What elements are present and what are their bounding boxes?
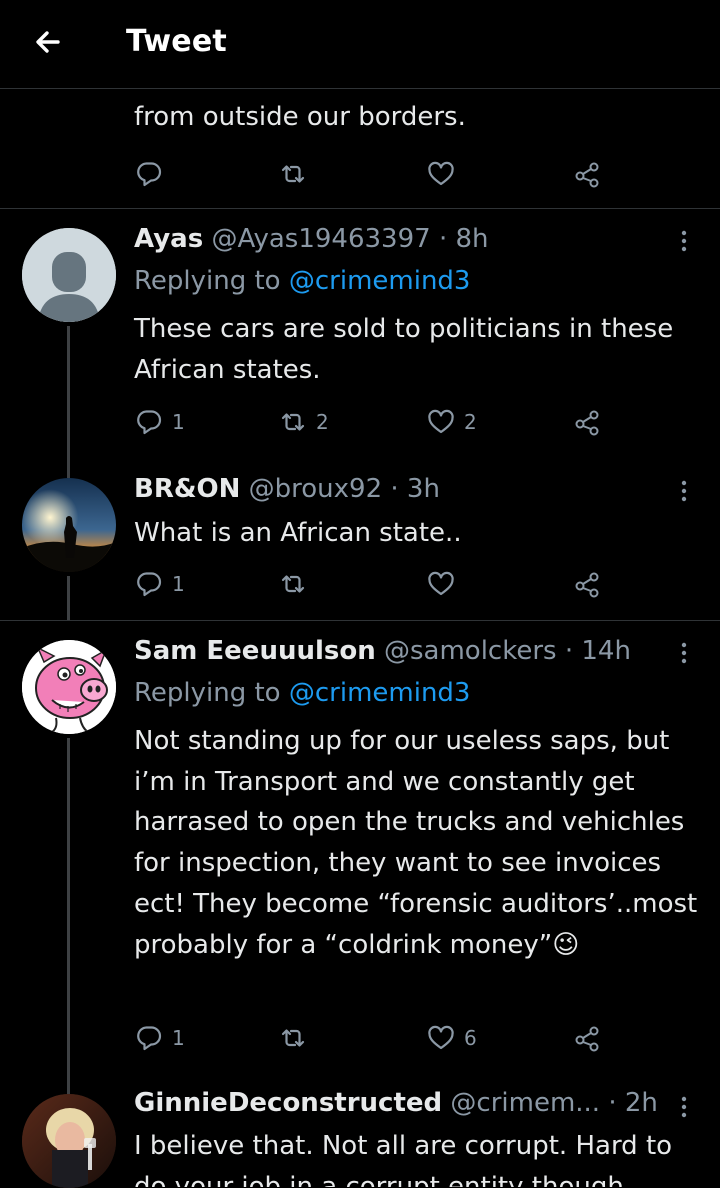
reply-count: 1 [172,1026,185,1050]
divider [0,620,720,621]
like-icon [428,1025,454,1050]
retweet-count: 2 [316,410,329,434]
reply-icon [137,1026,162,1051]
retweet-icon [281,575,305,593]
reply-count: 1 [172,410,185,434]
retweet-icon [281,413,305,431]
retweet-button[interactable]: 2 [278,404,329,440]
back-arrow-icon[interactable] [30,22,70,62]
share-button[interactable] [572,566,602,602]
page-title: Tweet [126,24,227,59]
tweet-text-content: Not standing up for our useless saps, bu… [134,726,698,960]
more-icon[interactable] [674,476,694,506]
user-handle[interactable]: @Ayas19463397 [211,224,430,254]
share-button[interactable] [572,404,602,440]
previous-tweet-actions [134,156,614,192]
like-icon [428,161,454,186]
reply-count: 1 [172,572,185,596]
share-button[interactable] [572,1020,602,1056]
replying-label: Replying to [134,678,281,708]
previous-tweet-text-tail: from outside our borders. [134,102,466,132]
reply-button[interactable]: 1 [134,566,185,602]
like-button[interactable] [426,156,456,192]
retweet-button[interactable] [278,566,308,602]
share-icon [575,162,599,188]
avatar[interactable] [22,1094,116,1188]
share-icon [575,572,599,598]
more-icon[interactable] [674,226,694,256]
replying-to: Replying to @crimemind3 [134,678,470,708]
retweet-icon [281,1029,305,1047]
user-handle[interactable]: @broux92 [249,474,382,504]
tweet-header: BR&ON @broux92 · 3h [134,474,440,504]
tweet-actions: 1 6 [134,1020,614,1056]
tweet-text: What is an African state.. [134,518,462,548]
user-name[interactable]: BR&ON [134,474,240,504]
tweet-time: 3h [406,474,440,504]
top-bar: Tweet [0,0,720,89]
mention-link[interactable]: @crimemind3 [289,266,471,296]
tweet-header: GinnieDeconstructed @crimem... · 2h [134,1088,658,1118]
thread-connector [67,576,70,620]
thread-connector [67,738,70,1094]
user-name[interactable]: Ayas [134,224,203,254]
reply-icon [137,572,162,597]
user-handle[interactable]: @crimem... [450,1088,600,1118]
reply-icon [137,162,162,187]
more-icon[interactable] [674,1092,694,1122]
thread-connector [67,326,70,478]
tweet-text: These cars are sold to politicians in th… [134,314,674,385]
reply-button[interactable] [134,156,164,192]
like-button[interactable]: 2 [426,404,477,440]
share-icon [575,1026,599,1052]
woman-photo-avatar [22,1094,116,1188]
share-icon [575,410,599,436]
divider [0,208,720,209]
like-count: 2 [464,410,477,434]
user-name[interactable]: GinnieDeconstructed [134,1088,442,1118]
reply-icon [137,410,162,435]
tweet-header: Sam Eeeuuulson @samolckers · 14h [134,636,631,666]
avatar[interactable] [22,640,116,734]
tweet-time: 2h [624,1088,658,1118]
like-count: 6 [464,1026,477,1050]
pig-cartoon-avatar [22,640,116,734]
replying-to: Replying to @crimemind3 [134,266,470,296]
avatar[interactable] [22,228,116,322]
reply-button[interactable]: 1 [134,1020,185,1056]
sunset-photo-avatar [22,478,116,572]
avatar[interactable] [22,478,116,572]
like-icon [428,571,454,596]
retweet-icon [281,165,305,183]
mention-link[interactable]: @crimemind3 [289,678,471,708]
replying-label: Replying to [134,266,281,296]
tweet-time: 8h [455,224,489,254]
reply-button[interactable]: 1 [134,404,185,440]
tweet-time: 14h [581,636,631,666]
retweet-button[interactable] [278,1020,308,1056]
user-name[interactable]: Sam Eeeuuulson [134,636,376,666]
tweet-actions: 1 [134,566,614,602]
like-button[interactable]: 6 [426,1020,477,1056]
tweet-text: I believe that. Not all are corrupt. Har… [134,1131,673,1187]
like-icon [428,409,454,434]
retweet-button[interactable] [278,156,308,192]
wink-emoji: 😉 [552,929,580,960]
like-button[interactable] [426,566,456,602]
user-handle[interactable]: @samolckers [384,636,557,666]
tweet-header: Ayas @Ayas19463397 · 8h [134,224,489,254]
default-avatar-icon [22,228,116,322]
more-icon[interactable] [674,638,694,668]
share-button[interactable] [572,156,602,192]
tweet-actions: 1 2 2 [134,404,614,440]
tweet-text: Not standing up for our useless saps, bu… [134,721,706,965]
